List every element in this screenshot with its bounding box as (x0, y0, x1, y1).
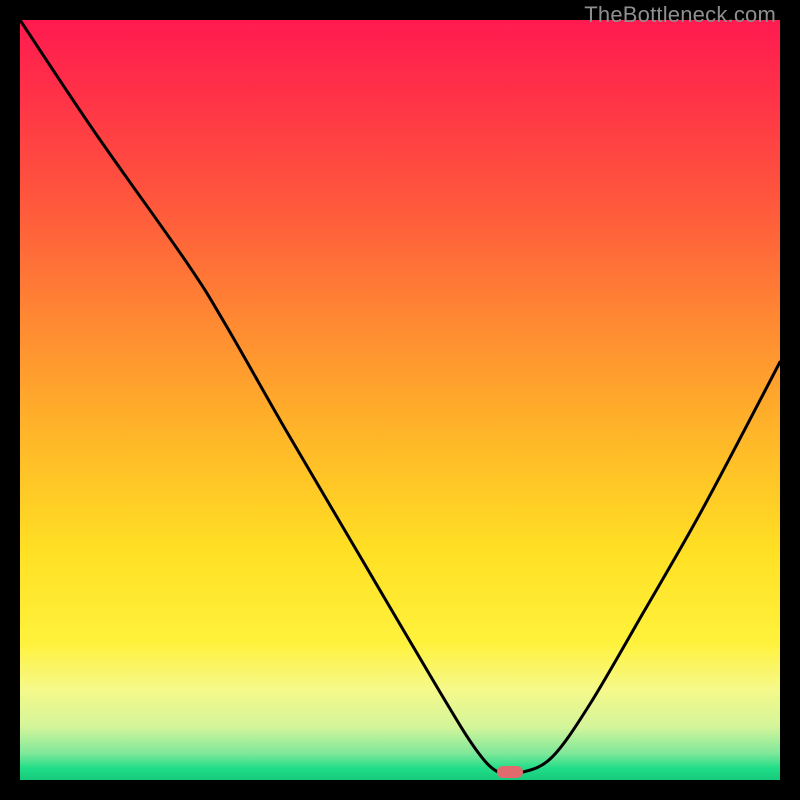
plot-area (20, 20, 780, 780)
optimal-marker (497, 766, 523, 778)
background-gradient (20, 20, 780, 780)
outer-frame: TheBottleneck.com (0, 0, 800, 800)
watermark-text: TheBottleneck.com (584, 2, 776, 28)
